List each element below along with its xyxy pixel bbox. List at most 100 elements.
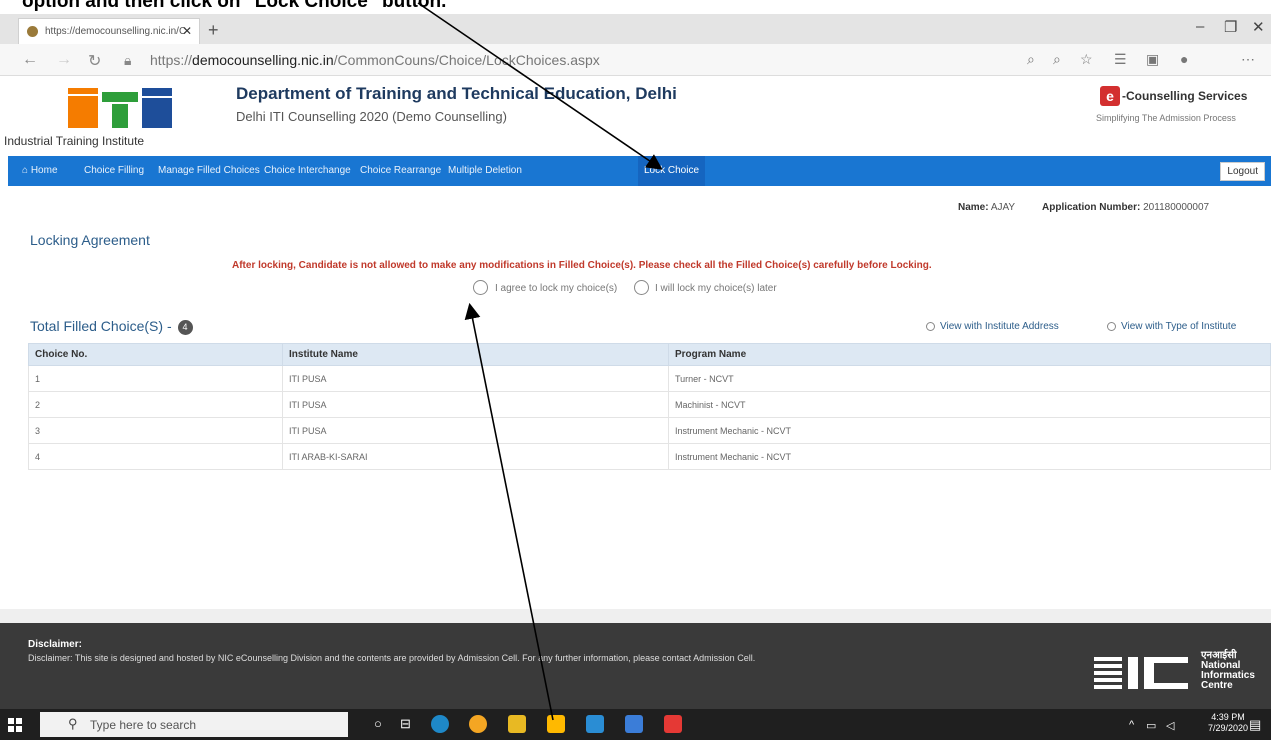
nav-choice-filling[interactable]: Choice Filling — [84, 165, 144, 176]
lock-icon: 🔒︎ — [124, 52, 132, 68]
ecounselling-subtitle: Simplifying The Admission Process — [1096, 113, 1236, 123]
clock-time: 4:39 PM — [1211, 712, 1245, 722]
volume-icon[interactable]: ◁ — [1166, 719, 1174, 732]
table-header-row: Choice No. Institute Name Program Name — [28, 343, 1271, 366]
search-icon: ⚲ — [68, 716, 78, 731]
iti-logo — [68, 88, 172, 128]
store-icon[interactable] — [547, 715, 565, 733]
mail-icon[interactable] — [586, 715, 604, 733]
disclaimer-text: Disclaimer: This site is designed and ho… — [28, 653, 756, 663]
cell-program: Turner - NCVT — [668, 365, 1271, 392]
name-value: AJAY — [990, 202, 1016, 213]
nic-logo — [1094, 657, 1188, 689]
choices-table: Choice No. Institute Name Program Name 1… — [28, 343, 1271, 470]
page-title: Department of Training and Technical Edu… — [236, 84, 677, 103]
task-view-icon[interactable]: ⊟ — [400, 716, 411, 732]
forward-icon[interactable]: → — [56, 51, 72, 69]
windows-start-icon[interactable] — [8, 718, 22, 732]
locking-agreement-title: Locking Agreement — [30, 232, 150, 248]
clock-date: 7/29/2020 — [1208, 723, 1249, 733]
close-tab-icon[interactable]: ✕ — [182, 24, 192, 38]
nav-lock-choice[interactable]: Lock Choice — [638, 156, 706, 186]
view-type-option[interactable]: View with Type of Institute — [1107, 321, 1236, 332]
main-nav: ⌂ Home Choice Filling Manage Filled Choi… — [8, 156, 1271, 186]
nav-multiple-deletion[interactable]: Multiple Deletion — [448, 165, 522, 176]
maximize-icon[interactable]: ❐ — [1224, 18, 1237, 36]
col-choice-no: Choice No. — [28, 343, 283, 366]
collections-icon[interactable]: ▣ — [1146, 51, 1159, 68]
new-tab-icon[interactable]: + — [208, 20, 219, 41]
table-row: 1 ITI PUSA Turner - NCVT — [28, 365, 1271, 392]
view-address-checkbox[interactable] — [926, 321, 935, 331]
network-icon[interactable]: ▭ — [1146, 719, 1156, 732]
more-icon[interactable]: ⋯ — [1241, 51, 1255, 68]
favorites-list-icon[interactable]: ☰ — [1114, 51, 1127, 68]
cell-choice-no: 1 — [28, 365, 283, 392]
translate-icon[interactable]: ⌕ — [1027, 51, 1035, 68]
url-field[interactable]: https://democounselling.nic.in/CommonCou… — [150, 52, 600, 68]
cell-institute: ITI PUSA — [282, 417, 669, 444]
notifications-icon[interactable]: ▤ — [1249, 717, 1261, 733]
total-choices-label: Total Filled Choice(S) - — [30, 318, 172, 334]
taskbar-search-input[interactable]: ⚲ Type here to search — [40, 712, 348, 737]
file-explorer-icon[interactable] — [508, 715, 526, 733]
instruction-text: option and then click on "Lock Choice" b… — [22, 0, 447, 12]
profile-icon[interactable]: ● — [1180, 51, 1188, 67]
nic-text: एनआईसी National Informatics Centre — [1201, 651, 1255, 691]
lock-later-label[interactable]: I will lock my choice(s) later — [655, 283, 777, 294]
disclaimer-title: Disclaimer: — [28, 639, 82, 650]
agree-lock-radio[interactable] — [473, 280, 488, 295]
logout-button[interactable]: Logout — [1220, 162, 1265, 181]
view-type-label: View with Type of Institute — [1121, 321, 1237, 332]
tab-title: https://democounselling.nic.in/C — [45, 26, 187, 37]
table-row: 4 ITI ARAB-KI-SARAI Instrument Mechanic … — [28, 443, 1271, 470]
favicon-icon — [27, 26, 38, 37]
browser-tab[interactable]: https://democounselling.nic.in/C ✕ — [18, 18, 200, 44]
site-footer: Disclaimer: Disclaimer: This site is des… — [0, 609, 1271, 709]
view-address-option[interactable]: View with Institute Address — [926, 321, 1059, 332]
footer-separator — [0, 609, 1271, 623]
nav-home-label: Home — [30, 165, 58, 176]
cell-program: Instrument Mechanic - NCVT — [668, 443, 1271, 470]
total-choices-title: Total Filled Choice(S) - 4 — [30, 318, 193, 335]
app-label: Application Number: — [1042, 202, 1141, 213]
tray-chevron-icon[interactable]: ^ — [1129, 719, 1134, 731]
zoom-icon[interactable]: ⌕ — [1053, 51, 1061, 68]
nav-choice-rearrange[interactable]: Choice Rearrange — [360, 165, 441, 176]
url-path: /CommonCouns/Choice/LockChoices.aspx — [333, 52, 600, 68]
col-institute-name: Institute Name — [282, 343, 669, 366]
nav-manage-filled-choices[interactable]: Manage Filled Choices — [158, 165, 260, 176]
table-row: 2 ITI PUSA Machinist - NCVT — [28, 391, 1271, 418]
view-type-checkbox[interactable] — [1107, 321, 1116, 331]
locking-warning: After locking, Candidate is not allowed … — [232, 260, 932, 271]
acrobat-icon[interactable] — [664, 715, 682, 733]
name-label: Name: — [958, 202, 989, 213]
home-icon: ⌂ — [22, 165, 31, 176]
close-window-icon[interactable]: ✕ — [1252, 18, 1265, 36]
cell-choice-no: 4 — [28, 443, 283, 470]
choice-count-badge: 4 — [177, 319, 193, 335]
iti-caption: Industrial Training Institute — [4, 134, 145, 148]
favorite-star-icon[interactable]: ☆ — [1080, 51, 1093, 68]
agree-lock-label[interactable]: I agree to lock my choice(s) — [495, 283, 617, 294]
cell-institute: ITI PUSA — [282, 365, 669, 392]
app-icon[interactable] — [625, 715, 643, 733]
cortana-icon[interactable]: ○ — [374, 716, 382, 731]
edge-browser-icon[interactable] — [431, 715, 449, 733]
app-value: 201180000007 — [1143, 202, 1210, 213]
taskbar-search-placeholder: Type here to search — [90, 718, 197, 732]
col-program-name: Program Name — [668, 343, 1271, 366]
cell-choice-no: 2 — [28, 391, 283, 418]
ecounselling-logo: e — [1100, 86, 1120, 106]
nav-choice-interchange[interactable]: Choice Interchange — [264, 165, 351, 176]
instruction-caption: option and then click on "Lock Choice" b… — [0, 0, 1271, 14]
system-clock[interactable]: 4:39 PM 7/29/2020 — [1208, 712, 1248, 734]
address-bar: ← → ↻ 🔒︎ https://democounselling.nic.in/… — [0, 44, 1271, 76]
minimize-icon[interactable]: – — [1196, 18, 1204, 35]
cell-program: Instrument Mechanic - NCVT — [668, 417, 1271, 444]
back-icon[interactable]: ← — [22, 51, 38, 69]
nav-home[interactable]: ⌂ Home — [22, 165, 58, 176]
lock-later-radio[interactable] — [634, 280, 649, 295]
chrome-icon[interactable] — [469, 715, 487, 733]
refresh-icon[interactable]: ↻ — [88, 51, 101, 71]
